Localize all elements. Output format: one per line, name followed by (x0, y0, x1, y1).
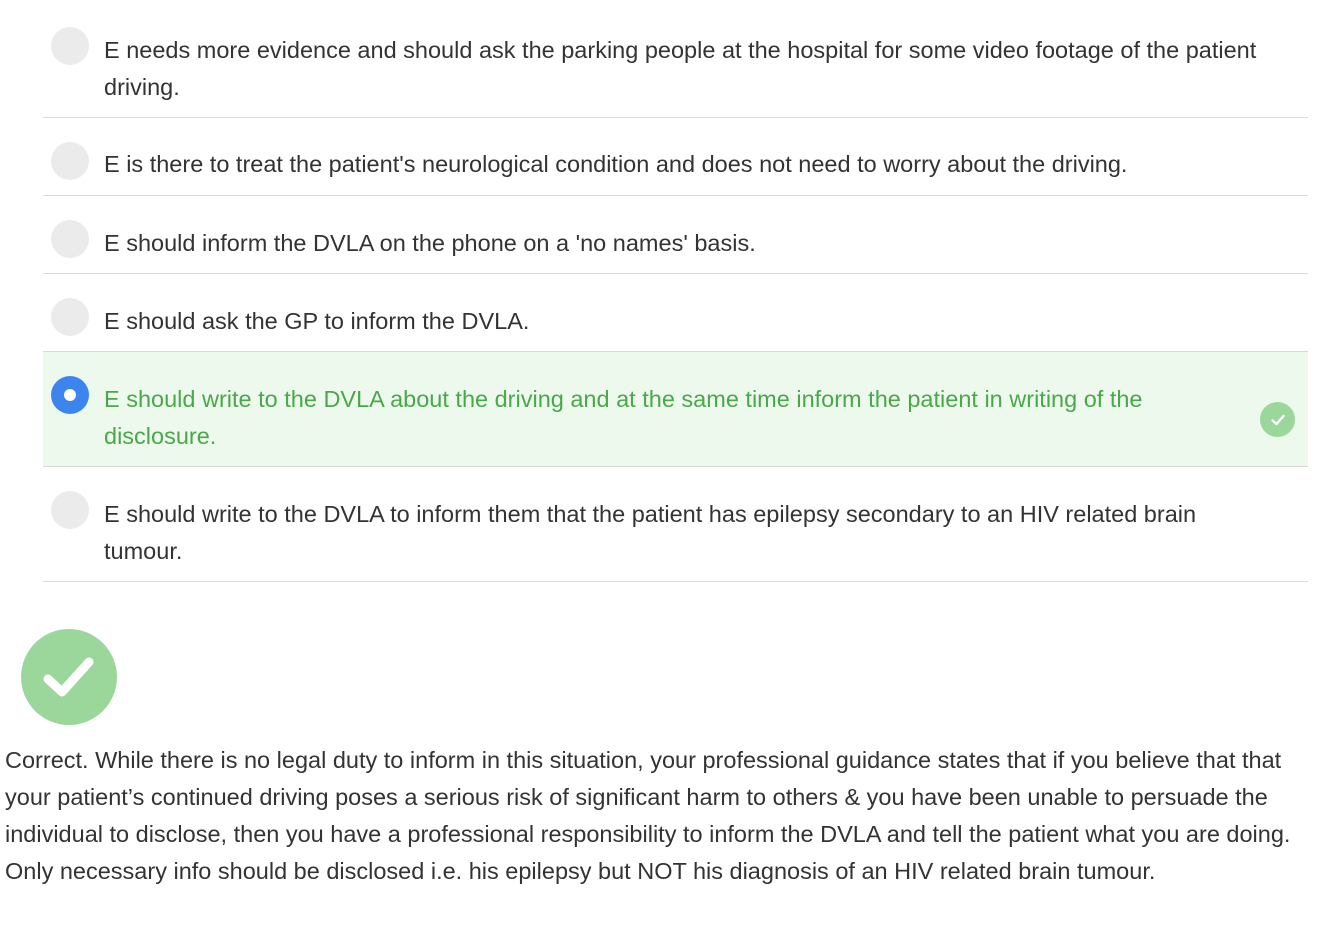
answer-option-5-selected-correct[interactable]: E should write to the DVLA about the dri… (43, 352, 1308, 467)
answer-option-2[interactable]: E is there to treat the patient's neurol… (43, 118, 1308, 196)
answer-option-text: E is there to treat the patient's neurol… (104, 151, 1128, 177)
answer-option-3[interactable]: E should inform the DVLA on the phone on… (43, 196, 1308, 274)
answer-options-list: E needs more evidence and should ask the… (43, 0, 1308, 582)
feedback-explanation-text: Correct. While there is no legal duty to… (5, 747, 1291, 884)
radio-button-4[interactable] (51, 298, 89, 336)
answer-option-text: E needs more evidence and should ask the… (104, 37, 1257, 100)
correct-result-checkmark-icon (21, 629, 117, 725)
radio-button-2[interactable] (51, 142, 89, 180)
answer-option-text: E should write to the DVLA about the dri… (104, 386, 1143, 449)
radio-button-6[interactable] (51, 491, 89, 529)
answer-option-text: E should inform the DVLA on the phone on… (104, 230, 756, 256)
correct-check-icon (1260, 402, 1295, 437)
answer-option-4[interactable]: E should ask the GP to inform the DVLA. (43, 274, 1308, 352)
answer-option-text: E should ask the GP to inform the DVLA. (104, 308, 530, 334)
radio-button-1[interactable] (51, 27, 89, 65)
radio-button-5[interactable] (51, 376, 89, 414)
radio-button-3[interactable] (51, 220, 89, 258)
answer-option-text: E should write to the DVLA to inform the… (104, 501, 1197, 564)
answer-option-1[interactable]: E needs more evidence and should ask the… (43, 0, 1308, 118)
answer-option-6[interactable]: E should write to the DVLA to inform the… (43, 467, 1308, 582)
